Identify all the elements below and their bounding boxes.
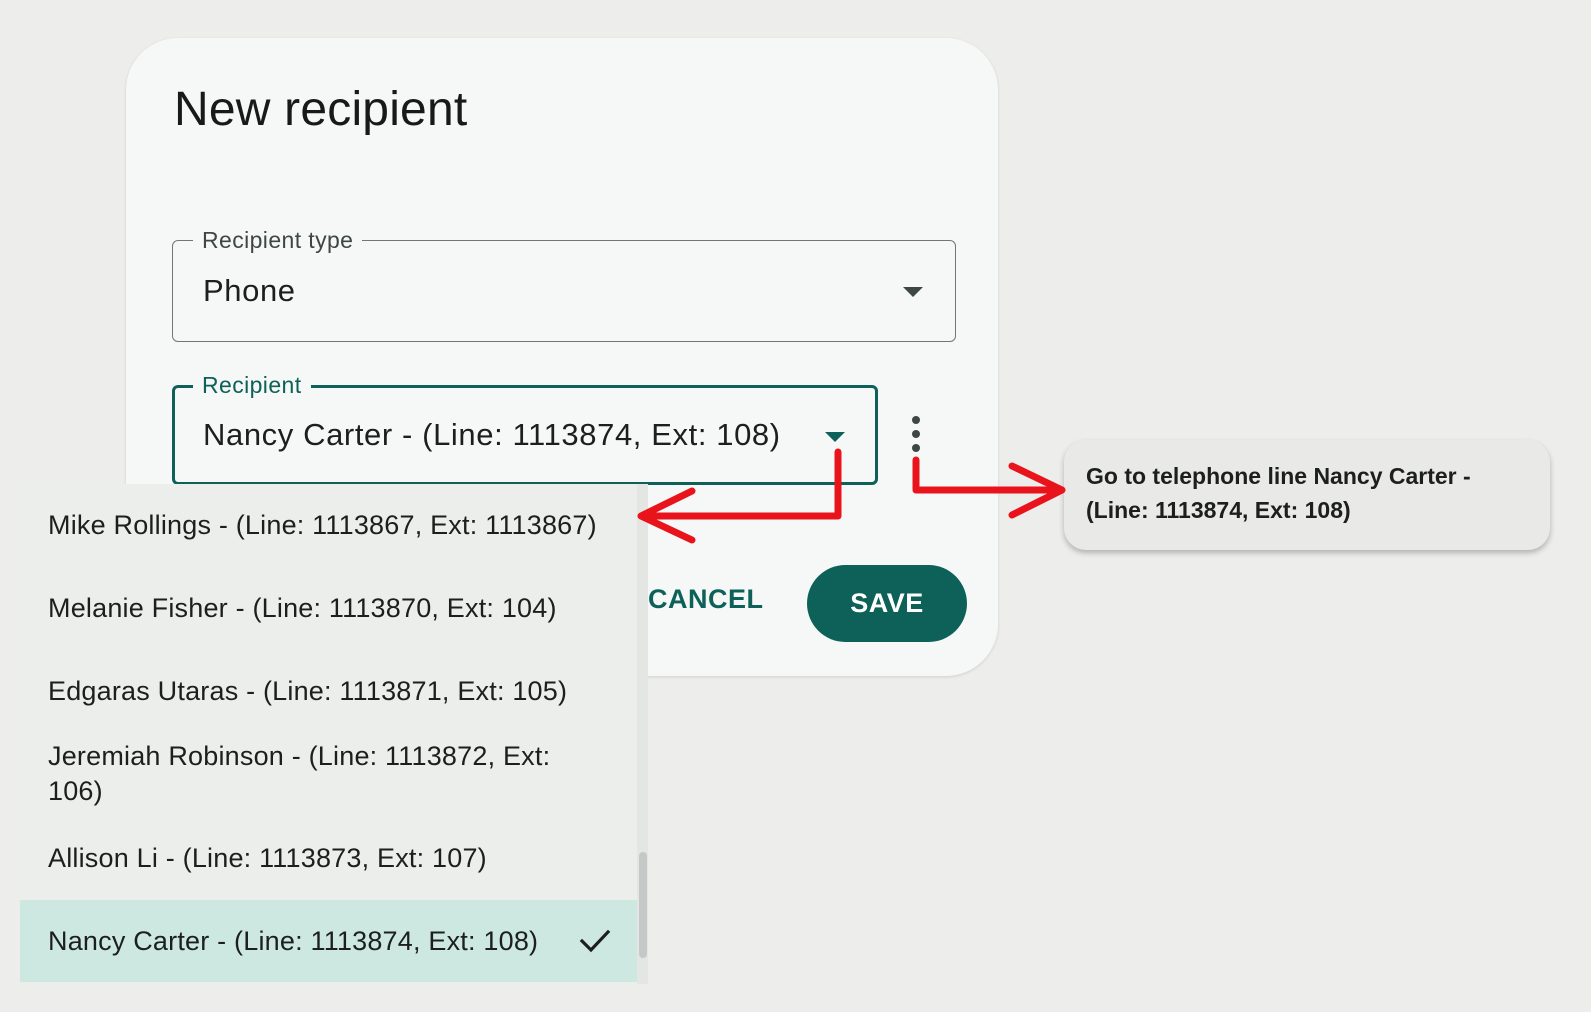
- recipient-dropdown-menu: Mike Rollings - (Line: 1113867, Ext: 111…: [20, 484, 648, 984]
- more-vert-icon[interactable]: [896, 408, 936, 464]
- recipient-select[interactable]: Recipient Nancy Carter - (Line: 1113874,…: [172, 372, 878, 485]
- check-icon: [579, 929, 611, 953]
- save-button[interactable]: SAVE: [807, 565, 967, 642]
- recipient-type-select[interactable]: Recipient type Phone: [172, 227, 956, 342]
- recipient-type-value: Phone: [203, 273, 296, 308]
- tooltip: Go to telephone line Nancy Carter - (Lin…: [1064, 440, 1550, 550]
- more-dot: [912, 444, 920, 452]
- dropdown-item[interactable]: Allison Li - (Line: 1113873, Ext: 107): [20, 841, 637, 876]
- dropdown-item-selected[interactable]: Nancy Carter - (Line: 1113874, Ext: 108): [20, 900, 637, 982]
- dropdown-item[interactable]: Mike Rollings - (Line: 1113867, Ext: 111…: [20, 508, 637, 543]
- recipient-value: Nancy Carter - (Line: 1113874, Ext: 108): [203, 417, 781, 452]
- dropdown-caret-icon[interactable]: [825, 432, 845, 442]
- more-dot: [912, 416, 920, 424]
- recipient-label: Recipient: [193, 372, 311, 398]
- annotation-arrowhead-right: [1008, 462, 1066, 519]
- dropdown-item[interactable]: Edgaras Utaras - (Line: 1113871, Ext: 10…: [20, 674, 637, 709]
- dropdown-item[interactable]: Jeremiah Robinson - (Line: 1113872, Ext:…: [20, 739, 637, 809]
- dropdown-item-label: Nancy Carter - (Line: 1113874, Ext: 108): [48, 926, 539, 956]
- cancel-button[interactable]: CANCEL: [648, 584, 764, 615]
- dialog-title: New recipient: [174, 83, 468, 136]
- more-dot: [912, 430, 920, 438]
- dropdown-caret-icon[interactable]: [903, 287, 923, 297]
- scrollbar-thumb[interactable]: [639, 852, 647, 958]
- dropdown-item[interactable]: Melanie Fisher - (Line: 1113870, Ext: 10…: [20, 591, 637, 626]
- recipient-type-label: Recipient type: [193, 227, 363, 253]
